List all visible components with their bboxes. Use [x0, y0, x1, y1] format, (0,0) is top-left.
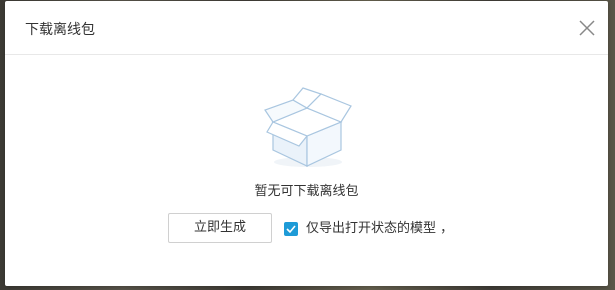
empty-box-icon [263, 86, 353, 168]
download-offline-package-dialog: 下载离线包 暂无可下载离线包 立即生成 仅导出打开状态的模型 ， [5, 1, 608, 286]
empty-state-message: 暂无可下载离线包 [254, 184, 359, 199]
close-icon [579, 20, 595, 36]
close-button[interactable] [578, 19, 596, 37]
generate-now-button[interactable]: 立即生成 [168, 213, 272, 243]
dialog-title: 下载离线包 [25, 22, 95, 38]
only-open-models-label: 仅导出打开状态的模型 ， [306, 221, 454, 236]
checkbox-checked-icon[interactable] [284, 222, 298, 236]
dialog-header: 下载离线包 [5, 1, 608, 55]
only-open-models-checkbox[interactable]: 仅导出打开状态的模型 ， [284, 220, 453, 238]
